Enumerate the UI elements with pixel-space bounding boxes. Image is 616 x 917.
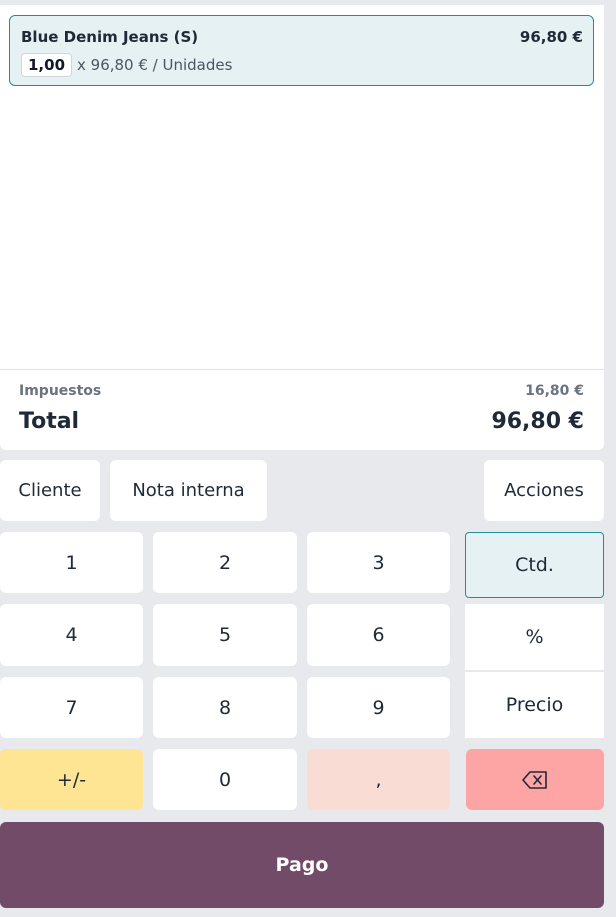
mode-discount-button[interactable]: % [465,604,604,670]
numpad-key-plus-minus[interactable]: +/- [0,749,143,810]
taxes-label: Impuestos [19,383,102,399]
numpad-key-8[interactable]: 8 [153,677,297,738]
numpad-key-2[interactable]: 2 [153,532,297,593]
total-label: Total [19,409,80,434]
numpad-key-1[interactable]: 1 [0,532,143,593]
numpad-key-5[interactable]: 5 [153,604,297,666]
numpad-key-4[interactable]: 4 [0,604,143,666]
numpad-key-3[interactable]: 3 [307,532,450,593]
mode-price-button[interactable]: Precio [465,671,604,738]
order-panel: Blue Denim Jeans (S) 96,80 € 1,00 x 96,8… [0,5,604,450]
actions-button[interactable]: Acciones [484,460,604,521]
order-line-selected[interactable]: Blue Denim Jeans (S) 96,80 € 1,00 x 96,8… [9,15,594,86]
order-line-quantity: 1,00 [21,53,73,77]
total-value: 96,80 € [491,409,584,434]
mode-quantity-button[interactable]: Ctd. [465,532,604,598]
customer-button[interactable]: Cliente [0,460,100,521]
backspace-icon [522,770,548,789]
taxes-value: 16,80 € [525,383,584,399]
numpad-key-7[interactable]: 7 [0,677,143,738]
order-line-unit-info: x 96,80 € / Unidades [77,56,233,74]
internal-note-button[interactable]: Nota interna [110,460,267,521]
order-line-product-name: Blue Denim Jeans (S) [21,28,199,46]
payment-button[interactable]: Pago [0,822,604,908]
backspace-button[interactable] [466,749,604,810]
numpad-key-6[interactable]: 6 [307,604,450,666]
numpad-key-comma[interactable]: , [307,749,450,810]
numpad-key-9[interactable]: 9 [307,677,450,738]
order-line-price: 96,80 € [519,28,583,46]
summary-divider [0,369,604,370]
numpad-key-0[interactable]: 0 [153,749,297,810]
